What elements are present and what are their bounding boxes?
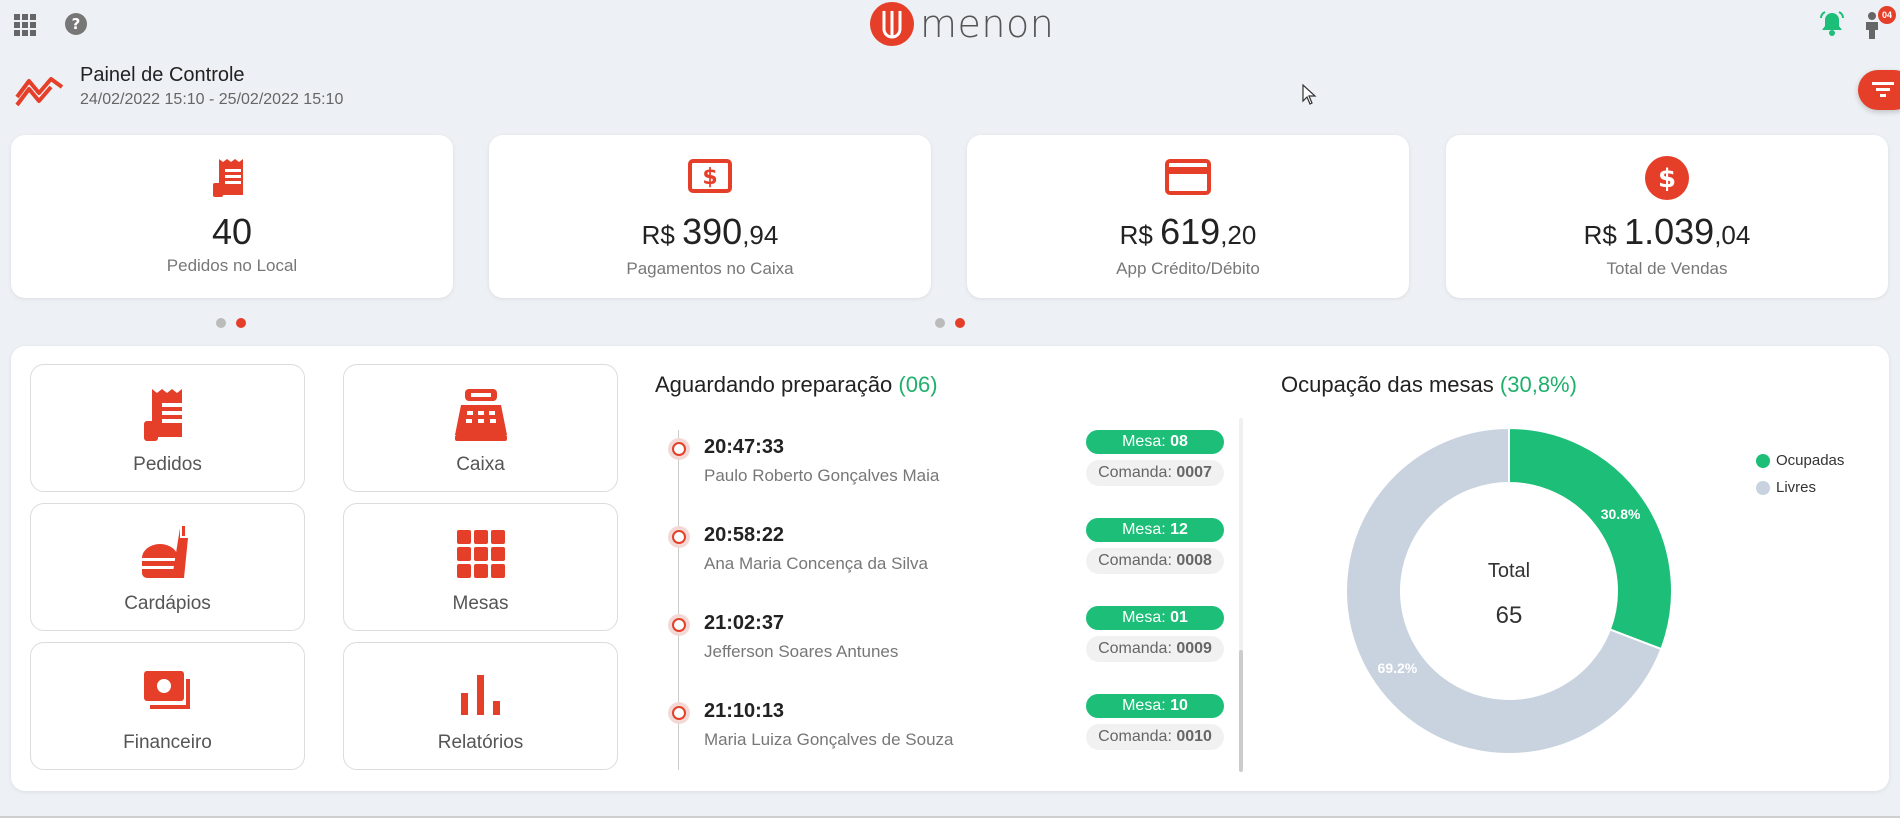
carousel-dots <box>935 318 965 328</box>
waiter-badge: 04 <box>1878 6 1896 24</box>
legend-label: Livres <box>1776 479 1817 496</box>
apps-grid-icon[interactable] <box>14 14 36 36</box>
legend-swatch <box>1756 453 1770 468</box>
order-item[interactable]: 20:47:33 Paulo Roberto Gonçalves Maia Me… <box>668 430 1224 490</box>
stat-card-app: R$ 619,20 App Crédito/Débito <box>967 135 1409 298</box>
order-time: 20:58:22 <box>704 524 785 546</box>
donut-total-label: Total <box>1487 560 1531 582</box>
donut-center: Total 65 <box>1346 428 1672 754</box>
stat-label: Pagamentos no Caixa <box>626 259 794 278</box>
tile-financeiro[interactable]: Financeiro <box>30 642 305 770</box>
legend-item-livres[interactable]: Livres <box>1756 479 1844 496</box>
timeline-dot <box>668 702 690 724</box>
carousel-dots <box>216 318 246 328</box>
order-item[interactable]: 21:02:37 Jefferson Soares Antunes Mesa: … <box>668 606 1224 666</box>
timeline-dot <box>668 614 690 636</box>
chart-legend: Ocupadas Livres <box>1756 452 1844 506</box>
svg-text:$: $ <box>1658 164 1676 194</box>
orders-scrollbar-thumb[interactable] <box>1239 650 1243 772</box>
order-time: 21:02:37 <box>704 612 785 634</box>
stat-label: Pedidos no Local <box>166 256 298 275</box>
tile-label: Pedidos <box>133 454 202 475</box>
donut-total-value: 65 <box>1495 602 1523 629</box>
tile-label: Mesas <box>452 593 509 614</box>
svg-text:?: ? <box>72 15 81 33</box>
order-customer: Ana Maria Concença da Silva <box>704 554 928 573</box>
carousel-dot-active[interactable] <box>236 318 246 328</box>
order-item[interactable]: 20:58:22 Ana Maria Concença da Silva Mes… <box>668 518 1224 578</box>
logo-text: menon <box>920 2 1055 46</box>
logo-fork-icon <box>870 2 914 46</box>
notification-bell-icon[interactable] <box>1818 10 1846 38</box>
mesa-badge: Mesa: 10 <box>1086 694 1224 718</box>
stat-value: 40 <box>211 211 253 252</box>
menon-logo: menon <box>870 2 1054 46</box>
order-customer: Maria Luiza Gonçalves de Souza <box>704 730 954 749</box>
mesa-badge: Mesa: 08 <box>1086 430 1224 454</box>
cash-register-icon: $ <box>688 159 732 193</box>
credit-card-icon <box>1165 159 1211 195</box>
stat-label: App Crédito/Débito <box>1116 259 1260 278</box>
tile-label: Caixa <box>456 454 505 475</box>
money-icon <box>143 671 190 709</box>
tile-caixa[interactable]: Caixa <box>343 364 618 492</box>
tile-label: Cardápios <box>124 593 211 614</box>
legend-label: Ocupadas <box>1776 452 1845 469</box>
tile-cardapios[interactable]: Cardápios <box>30 503 305 631</box>
comanda-badge: Comanda: 0008 <box>1086 548 1224 574</box>
cash-register-icon <box>454 389 507 441</box>
order-customer: Jefferson Soares Antunes <box>704 642 899 661</box>
timeline-dot <box>668 526 690 548</box>
timeline-dot <box>668 438 690 460</box>
mesa-badge: Mesa: 01 <box>1086 606 1224 630</box>
carousel-dot[interactable] <box>216 318 226 328</box>
mesa-badge: Mesa: 12 <box>1086 518 1224 542</box>
comanda-badge: Comanda: 0007 <box>1086 460 1224 486</box>
order-item[interactable]: 21:10:13 Maria Luiza Gonçalves de Souza … <box>668 694 1224 754</box>
legend-item-ocupadas[interactable]: Ocupadas <box>1756 452 1844 469</box>
occupancy-percent: (30,8%) <box>1499 372 1577 397</box>
filter-icon <box>1872 82 1894 97</box>
bar-chart-icon <box>460 675 500 715</box>
tables-grid-icon <box>456 530 505 578</box>
svg-text:$: $ <box>702 165 717 190</box>
stat-value: R$ 1.039,04 <box>1583 211 1751 252</box>
stat-value: R$ 390,94 <box>641 211 779 252</box>
tile-mesas[interactable]: Mesas <box>343 503 618 631</box>
legend-swatch <box>1756 480 1770 495</box>
tile-pedidos[interactable]: Pedidos <box>30 364 305 492</box>
top-bar: ? menon 04 <box>0 0 1900 48</box>
stat-card-caixa: $ R$ 390,94 Pagamentos no Caixa <box>489 135 931 298</box>
page-header: Painel de Controle 24/02/2022 15:10 - 25… <box>14 64 343 109</box>
mouse-cursor-icon <box>1302 84 1317 105</box>
carousel-dot[interactable] <box>935 318 945 328</box>
comanda-badge: Comanda: 0010 <box>1086 724 1224 750</box>
page-title: Painel de Controle <box>80 64 245 86</box>
help-icon[interactable]: ? <box>64 12 88 36</box>
order-time: 20:47:33 <box>704 436 785 458</box>
waiting-title: Aguardando preparação (06) <box>655 372 938 397</box>
food-menu-icon <box>141 526 188 578</box>
receipt-icon <box>213 159 243 197</box>
tile-relatorios[interactable]: Relatórios <box>343 642 618 770</box>
filter-button[interactable] <box>1858 70 1900 110</box>
tile-label: Relatórios <box>437 732 524 753</box>
date-range: 24/02/2022 15:10 - 25/02/2022 15:10 <box>80 91 344 108</box>
tile-label: Financeiro <box>123 732 212 753</box>
dollar-coin-icon: $ <box>1645 156 1689 200</box>
occupancy-title: Ocupação das mesas (30,8%) <box>1281 372 1577 397</box>
waiting-count: (06) <box>898 372 938 397</box>
stat-value: R$ 619,20 <box>1119 211 1257 252</box>
comanda-badge: Comanda: 0009 <box>1086 636 1224 662</box>
receipt-icon <box>143 389 182 441</box>
trend-chart-icon <box>15 76 64 106</box>
stat-card-total: $ R$ 1.039,04 Total de Vendas <box>1446 135 1888 298</box>
stat-label: Total de Vendas <box>1606 259 1728 278</box>
stat-card-pedidos: 40 Pedidos no Local <box>11 135 453 298</box>
carousel-dot-active[interactable] <box>955 318 965 328</box>
order-customer: Paulo Roberto Gonçalves Maia <box>704 466 940 485</box>
order-time: 21:10:13 <box>704 700 785 722</box>
